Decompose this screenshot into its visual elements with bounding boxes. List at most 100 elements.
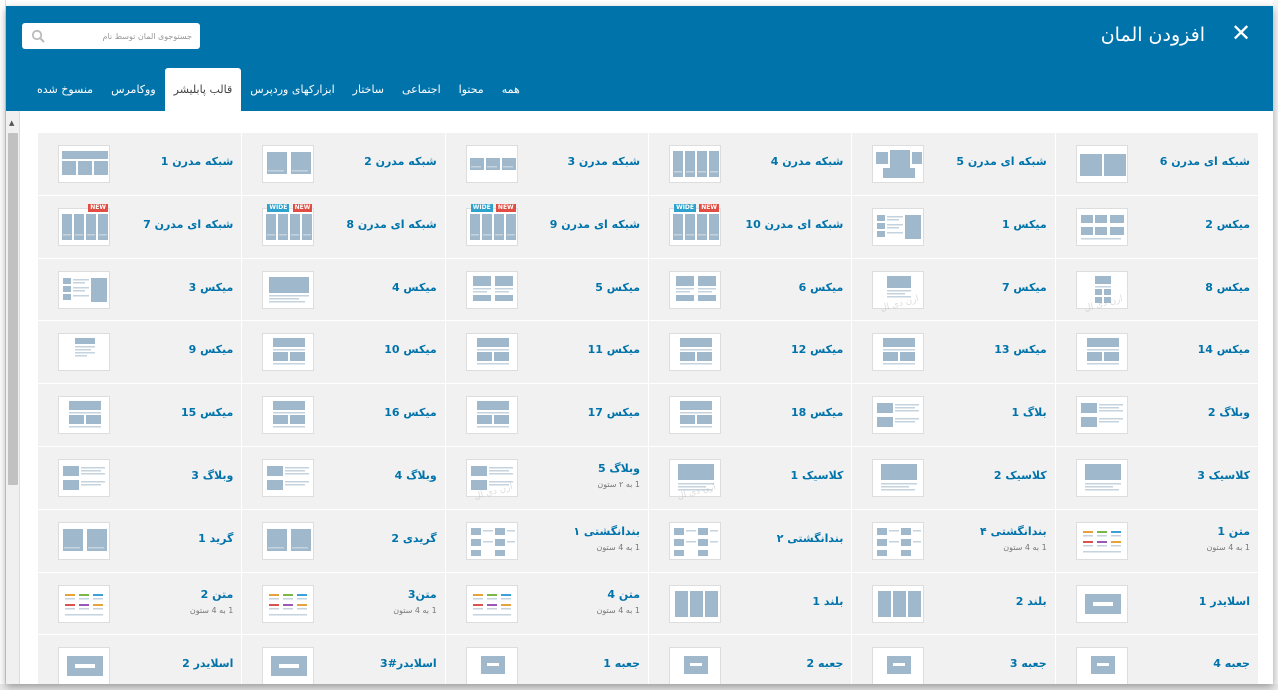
element-card[interactable]: وبلاگ 3 [38,446,242,510]
element-card[interactable]: بلند 1 [648,572,852,636]
element-card[interactable]: بندانگشتی ۴ 1 به 4 ستون [851,509,1055,573]
element-card[interactable]: متن 2 1 به 4 ستون [38,572,242,636]
tab-2[interactable]: اجتماعی [393,68,450,111]
element-name: میکس 17 [587,406,641,420]
scrollbar[interactable]: ▲ [6,111,20,684]
close-icon[interactable]: ✕ [1229,20,1253,46]
element-card[interactable]: میکس 2 [1054,195,1258,259]
element-card[interactable]: شبکه ای مدرن 10 NEW WIDE [648,195,852,259]
element-card[interactable]: کلاسیک 2 [851,446,1055,510]
element-card[interactable]: بلند 2 [851,572,1055,636]
element-thumbnail: NEW WIDE [465,203,518,246]
element-card[interactable]: میکس 4 [241,258,445,322]
thumbnail-illustration [273,401,306,428]
element-card[interactable]: شبکه ای مدرن 8 NEW WIDE [241,195,445,259]
tab-1[interactable]: محتوا [450,68,493,111]
thumbnail-illustration [476,338,509,365]
thumbnail-illustration [63,465,106,490]
element-card[interactable]: وبلاگ 4 [241,446,445,510]
element-name: وبلاگ 4 [394,468,437,482]
tab-6[interactable]: ووکامرس [102,68,165,111]
element-card[interactable]: گریدی 2 [241,509,445,573]
element-card[interactable]: شبکه ای مدرن 7 NEW [38,195,242,259]
element-name: شبکه ای مدرن 9 [549,217,641,231]
element-card[interactable]: میکس 16 [241,384,445,447]
element-card[interactable]: شبکه مدرن 4 [648,133,852,196]
element-card[interactable]: میکس 10 [241,321,445,385]
element-card[interactable]: میکس 5 [444,258,649,322]
element-name: گریدی 2 [391,531,437,545]
element-card[interactable]: جعبه 4 [1054,635,1258,684]
element-card[interactable]: شبکه مدرن 1 [38,133,242,196]
element-card[interactable]: شبکه مدرن 3 [444,133,649,196]
element-card[interactable]: میکس 13 [851,321,1055,385]
scroll-up-arrow-icon[interactable]: ▲ [9,119,14,127]
tab-7[interactable]: منسوخ شده [28,68,102,111]
element-thumbnail [1075,521,1128,560]
element-card[interactable]: میکس 3 [38,258,242,322]
element-card[interactable]: میکس 12 [648,321,852,385]
thumbnail-illustration [1080,403,1123,428]
element-card[interactable]: میکس 6 [648,258,852,322]
element-card[interactable]: میکس 11 [444,321,649,385]
element-card[interactable]: اسلایدر 1 [1054,572,1258,636]
tab-0[interactable]: همه [493,68,529,111]
thumbnail-illustration [680,401,713,428]
element-card[interactable]: جعبه 2 [648,635,852,684]
element-card[interactable]: میکس 1 [851,195,1055,259]
element-card[interactable]: شبکه ای مدرن 6 [1054,133,1258,196]
element-card[interactable]: شبکه ای مدرن 9 NEW WIDE [444,195,649,259]
element-card[interactable]: شبکه مدرن 2 [241,133,445,196]
element-thumbnail [465,458,518,497]
element-card[interactable]: وبلاگ 2 [1054,384,1258,447]
element-columns-note: 1 به 4 ستون [1206,542,1250,552]
element-card[interactable]: میکس 15 [38,384,242,447]
element-card[interactable]: متن 4 1 به 4 ستون [444,572,649,636]
element-card[interactable]: متن 1 1 به 4 ستون [1054,509,1258,573]
thumbnail-illustration [877,527,922,556]
element-card[interactable]: میکس 18 [648,384,852,447]
thumbnail-illustration [470,527,515,556]
element-card[interactable]: بندانگشتی ۲ [648,509,852,573]
element-card[interactable]: شبکه ای مدرن 5 [851,133,1055,196]
element-thumbnail [872,396,925,435]
thumbnail-illustration [1094,275,1111,303]
search-input[interactable] [54,23,194,49]
element-columns-note: 1 به ۲ ستون [597,479,641,489]
element-card[interactable]: بندانگشتی ۱ 1 به 4 ستون [444,509,649,573]
element-thumbnail [1075,584,1128,623]
element-thumbnail: NEW WIDE [262,203,315,246]
element-card[interactable]: میکس 17 [444,384,649,447]
element-name: میکس 10 [384,343,437,357]
tab-4[interactable]: ابزارکهای وردپرس [241,68,343,111]
element-card[interactable]: میکس 7 ارن دی ال [851,258,1055,322]
element-card[interactable]: اسلایدر#3 [241,635,445,684]
element-card[interactable]: کلاسیک 1 ارن دی ال [648,446,852,510]
element-name: شبکه ای مدرن 7 [143,217,234,231]
tab-5[interactable]: قالب پابلیشر [164,68,242,111]
scrollbar-thumb[interactable] [8,133,18,485]
element-card[interactable]: اسلایدر 2 [38,635,242,684]
element-card[interactable]: کلاسیک 3 [1054,446,1258,510]
element-card[interactable]: جعبه 3 [851,635,1055,684]
element-card[interactable]: گرید 1 [38,509,242,573]
element-thumbnail [872,333,925,372]
element-card[interactable]: میکس 9 [38,321,242,385]
thumbnail-illustration [1082,530,1121,553]
element-name: شبکه ای مدرن 6 [1159,155,1250,168]
element-card[interactable]: جعبه 1 [444,635,649,684]
element-name: متن 2 [200,587,234,601]
element-card[interactable]: بلاگ 1 [851,384,1055,447]
thumbnail-illustration [269,593,308,616]
element-name: میکس 9 [188,343,234,357]
element-card[interactable]: میکس 8 ارن دی ال [1054,258,1258,322]
element-columns-note: 1 به 4 ستون [1003,542,1047,552]
element-thumbnail [465,647,518,684]
element-card[interactable]: میکس 14 [1054,321,1258,385]
tab-3[interactable]: ساختار [344,68,393,111]
element-card[interactable]: وبلاگ 51 به ۲ ستون ارن دی ال [444,446,649,510]
search-icon[interactable] [31,29,45,43]
element-thumbnail [262,584,315,623]
element-name: متن 1 [1217,524,1250,538]
element-card[interactable]: متن3 1 به 4 ستون [241,572,445,636]
